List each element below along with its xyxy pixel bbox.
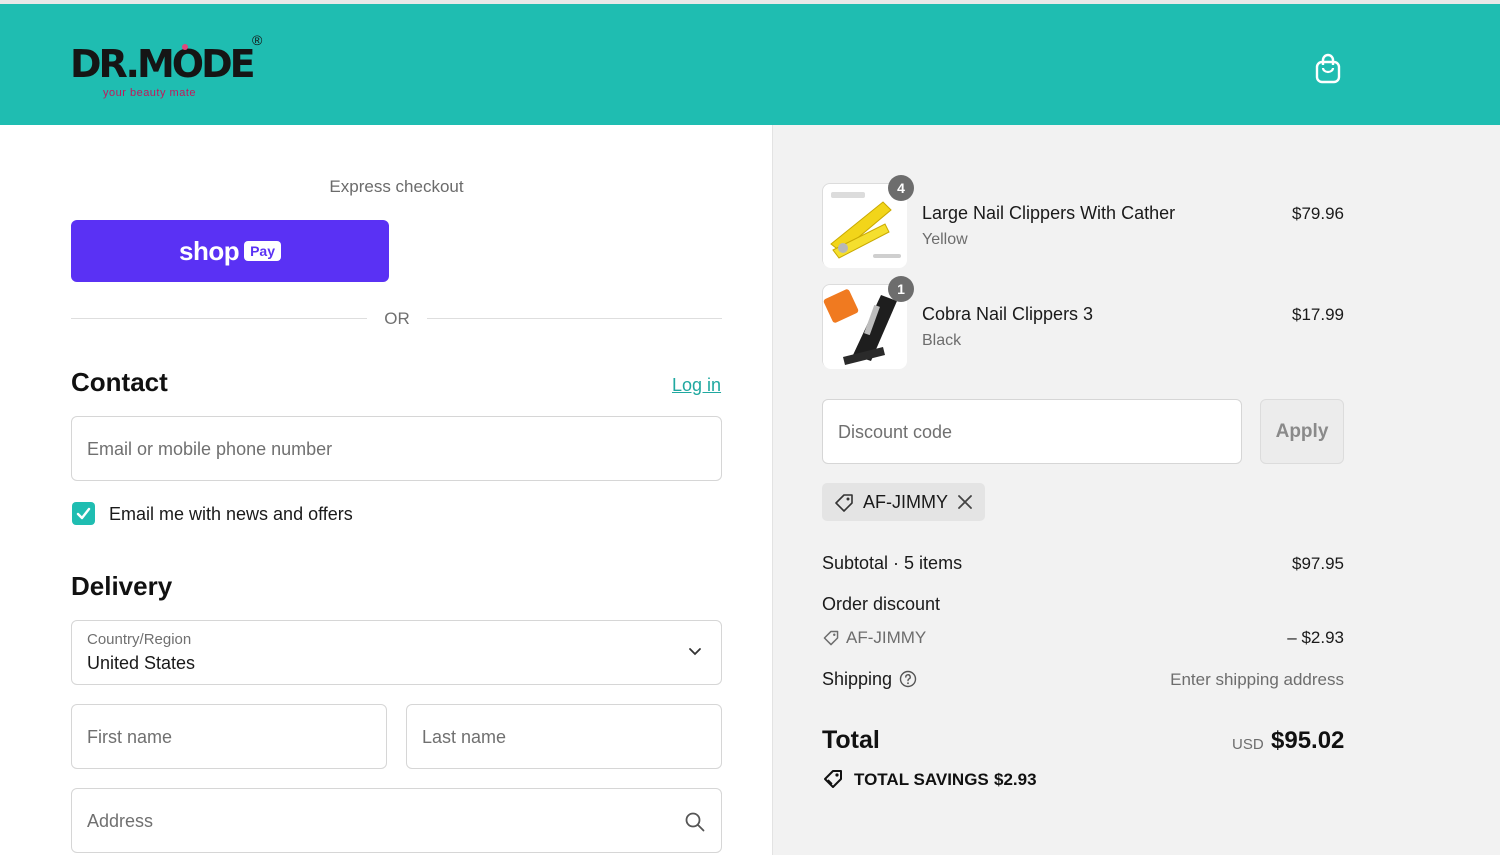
country-value: United States bbox=[87, 653, 196, 673]
quantity-badge: 4 bbox=[888, 175, 914, 201]
logo-registered-mark: ® bbox=[252, 32, 263, 48]
logo-wordmark: DR.MODE bbox=[70, 42, 256, 86]
shop-pay-badge: Pay bbox=[244, 241, 282, 261]
subtotal-value: $97.95 bbox=[1292, 554, 1344, 573]
shipping-label: Shipping bbox=[822, 669, 893, 689]
product-variant: Black bbox=[922, 332, 962, 349]
first-name-field[interactable]: First name bbox=[71, 704, 387, 769]
divider-line-right bbox=[427, 318, 722, 319]
order-discount-label: Order discount bbox=[822, 594, 941, 614]
checkmark-icon bbox=[76, 507, 91, 520]
product-name: Cobra Nail Clippers 3 bbox=[922, 304, 1094, 324]
logo-tagline: your beauty mate bbox=[103, 87, 196, 99]
last-name-placeholder: Last name bbox=[422, 727, 507, 747]
delivery-title: Delivery bbox=[71, 571, 173, 601]
or-text: OR bbox=[384, 309, 410, 328]
country-select[interactable]: Country/Region United States bbox=[71, 620, 722, 685]
email-placeholder: Email or mobile phone number bbox=[87, 439, 333, 459]
order-discount-value: – $2.93 bbox=[1287, 628, 1344, 647]
savings-tag-icon bbox=[824, 770, 842, 788]
discount-code-field[interactable]: Discount code bbox=[822, 399, 1242, 464]
checkout-form-panel: Express checkout shop Pay OR Contact Log… bbox=[0, 125, 772, 855]
search-icon bbox=[685, 812, 705, 832]
product-name: Large Nail Clippers With Cather bbox=[922, 203, 1176, 223]
country-label: Country/Region bbox=[87, 631, 192, 648]
applied-discount-tag: AF-JIMMY bbox=[822, 483, 985, 521]
shopping-bag-icon[interactable] bbox=[1312, 52, 1344, 86]
product-thumbnail: 4 bbox=[822, 175, 914, 268]
shipping-value: Enter shipping address bbox=[1170, 670, 1344, 689]
newsletter-label: Email me with news and offers bbox=[109, 504, 353, 524]
remove-discount-icon[interactable] bbox=[957, 494, 973, 510]
product-price: $17.99 bbox=[1292, 305, 1344, 324]
product-price: $79.96 bbox=[1292, 204, 1344, 223]
help-circle-icon[interactable] bbox=[899, 670, 917, 688]
brand-logo[interactable]: DR.MODE ® your beauty mate bbox=[70, 32, 270, 104]
newsletter-checkbox[interactable] bbox=[72, 502, 95, 525]
total-savings-label: TOTAL SAVINGS bbox=[854, 770, 989, 789]
apply-discount-button[interactable]: Apply bbox=[1260, 399, 1344, 464]
email-field[interactable]: Email or mobile phone number bbox=[71, 416, 722, 481]
address-field[interactable]: Address bbox=[71, 788, 722, 853]
last-name-field[interactable]: Last name bbox=[406, 704, 722, 769]
discount-placeholder: Discount code bbox=[838, 422, 953, 442]
total-label: Total bbox=[822, 726, 880, 754]
total-savings-value: $2.93 bbox=[994, 770, 1037, 789]
chevron-down-icon bbox=[689, 648, 701, 656]
quantity-badge: 1 bbox=[888, 276, 914, 302]
shop-pay-wordmark: shop bbox=[178, 235, 240, 266]
site-header: DR.MODE ® your beauty mate bbox=[0, 4, 1500, 125]
total-value: $95.02 bbox=[1271, 727, 1345, 754]
divider-line-left bbox=[71, 318, 367, 319]
tag-icon bbox=[835, 494, 853, 512]
order-discount-code: AF-JIMMY bbox=[846, 628, 927, 647]
address-placeholder: Address bbox=[87, 811, 154, 831]
total-currency: USD bbox=[1232, 736, 1264, 753]
subtotal-label: Subtotal · 5 items bbox=[822, 553, 963, 573]
contact-title: Contact bbox=[71, 367, 168, 397]
login-link[interactable]: Log in bbox=[672, 375, 721, 396]
first-name-placeholder: First name bbox=[87, 727, 173, 747]
express-checkout-label: Express checkout bbox=[329, 177, 464, 196]
product-thumbnail: 1 bbox=[822, 276, 914, 369]
logo-accent-dot bbox=[182, 44, 188, 50]
or-divider: OR bbox=[71, 307, 722, 331]
applied-code-text: AF-JIMMY bbox=[863, 492, 948, 512]
product-variant: Yellow bbox=[922, 231, 968, 248]
discount-tag-icon bbox=[823, 630, 839, 646]
shop-pay-button[interactable]: shop Pay bbox=[71, 220, 389, 282]
